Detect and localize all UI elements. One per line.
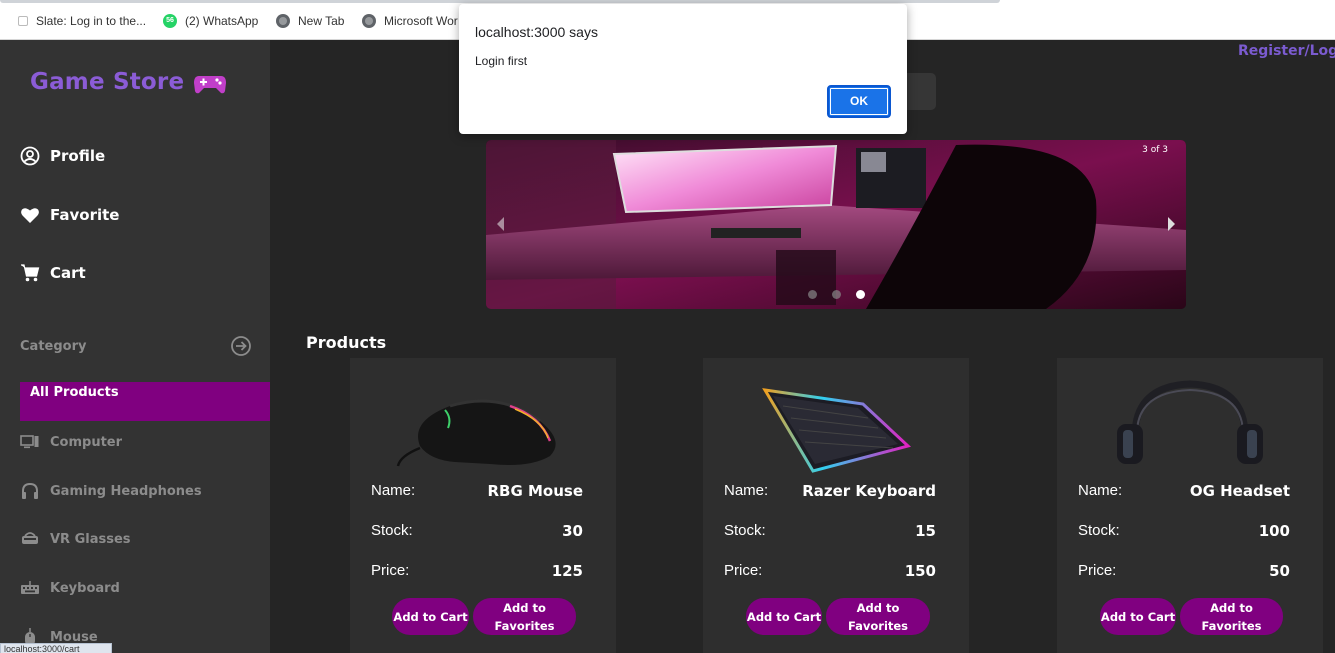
prev-slide-icon[interactable] xyxy=(494,214,508,234)
category-all-products[interactable]: All Products xyxy=(20,382,270,421)
product-name: RBG Mouse xyxy=(487,482,583,500)
dialog-title: localhost:3000 says xyxy=(475,24,598,40)
add-to-cart-button[interactable]: Add to Cart xyxy=(1100,598,1176,635)
bookmark-slate[interactable]: Slate: Log in to the... xyxy=(18,12,146,30)
category-title: Category xyxy=(20,338,87,354)
bookmark-new-tab[interactable]: New Tab xyxy=(276,12,344,30)
brand-logo[interactable]: Game Store xyxy=(30,69,184,95)
stock-label: Stock: xyxy=(724,522,766,539)
name-label: Name: xyxy=(1078,482,1123,499)
gaming-setup-image xyxy=(486,140,1186,309)
arrow-circle-right-icon[interactable] xyxy=(230,335,252,357)
nav-cart-label: Cart xyxy=(50,264,86,282)
product-price: 125 xyxy=(551,562,583,580)
category-vr-glasses[interactable]: VR Glasses xyxy=(20,529,131,549)
vr-glasses-icon xyxy=(22,532,38,544)
category-computer[interactable]: Computer xyxy=(20,432,122,452)
product-price: 50 xyxy=(1269,562,1290,580)
alert-dialog: localhost:3000 says Login first OK xyxy=(459,4,907,134)
product-stock-row: Stock: 30 xyxy=(371,522,583,540)
globe-icon xyxy=(276,14,290,28)
carousel-indicators xyxy=(808,290,865,299)
product-name: OG Headset xyxy=(1189,482,1290,500)
ok-button[interactable]: OK xyxy=(827,85,891,118)
product-name: Razer Keyboard xyxy=(802,482,936,500)
category-keyboard-label: Keyboard xyxy=(50,580,120,596)
product-name-row: Name: OG Headset xyxy=(1078,482,1290,500)
product-price-row: Price: 50 xyxy=(1078,562,1290,580)
nav-favorite[interactable]: Favorite xyxy=(20,205,119,225)
bookmark-label: New Tab xyxy=(298,14,345,28)
rgb-keyboard-image xyxy=(762,388,912,473)
category-keyboard[interactable]: Keyboard xyxy=(20,578,120,598)
indicator-dot[interactable] xyxy=(808,290,817,299)
bookmark-whatsapp[interactable]: 56 (2) WhatsApp xyxy=(163,12,258,30)
keyboard-icon xyxy=(21,581,39,594)
hero-carousel[interactable]: 3 of 3 xyxy=(486,140,1186,309)
add-to-favorites-button[interactable]: Add to Favorites xyxy=(473,598,576,635)
add-to-favorites-button[interactable]: Add to Favorites xyxy=(826,598,930,635)
bookmark-microsoft-word[interactable]: Microsoft Wor xyxy=(362,12,458,30)
heart-icon xyxy=(21,208,39,223)
add-to-cart-button[interactable]: Add to Cart xyxy=(392,598,469,635)
dialog-message: Login first xyxy=(475,54,528,68)
bookmark-label: Microsoft Wor xyxy=(384,14,458,28)
stock-label: Stock: xyxy=(1078,522,1120,539)
name-label: Name: xyxy=(371,482,416,499)
status-url: localhost:3000/cart xyxy=(0,643,112,653)
bookmark-label: Slate: Log in to the... xyxy=(36,14,147,28)
product-name-row: Name: RBG Mouse xyxy=(371,482,583,500)
product-card: Name: OG Headset Stock: 100 Price: 50 Ad… xyxy=(1057,358,1323,653)
product-price-row: Price: 125 xyxy=(371,562,583,580)
bookmark-label: (2) WhatsApp xyxy=(185,14,259,28)
slide-counter: 3 of 3 xyxy=(1142,145,1168,155)
product-stock: 100 xyxy=(1258,522,1290,540)
headphones-icon xyxy=(22,482,38,499)
product-card: Name: RBG Mouse Stock: 30 Price: 125 Add… xyxy=(350,358,616,653)
cart-icon xyxy=(21,264,40,282)
price-label: Price: xyxy=(371,562,410,579)
sidebar: Game Store Profile Favorite Cart Categor… xyxy=(0,40,270,653)
product-price: 150 xyxy=(904,562,936,580)
next-slide-icon[interactable] xyxy=(1164,214,1178,234)
register-login-link[interactable]: Register/Login xyxy=(1238,43,1335,59)
product-stock: 30 xyxy=(562,522,583,540)
product-stock-row: Stock: 15 xyxy=(724,522,936,540)
category-gaming-headphones[interactable]: Gaming Headphones xyxy=(20,481,202,501)
search-button[interactable] xyxy=(905,73,936,110)
monitor-icon xyxy=(20,435,39,449)
indicator-dot[interactable] xyxy=(832,290,841,299)
category-header: Category xyxy=(20,335,252,357)
name-label: Name: xyxy=(724,482,769,499)
product-card: Name: Razer Keyboard Stock: 15 Price: 15… xyxy=(703,358,969,653)
category-computer-label: Computer xyxy=(50,434,123,450)
nav-cart[interactable]: Cart xyxy=(20,263,86,283)
product-stock: 15 xyxy=(915,522,936,540)
whatsapp-icon: 56 xyxy=(163,14,177,28)
stock-label: Stock: xyxy=(371,522,413,539)
address-bar-edge xyxy=(0,0,1000,3)
indicator-dot-active[interactable] xyxy=(856,290,865,299)
category-gaming-headphones-label: Gaming Headphones xyxy=(50,483,202,499)
slate-icon xyxy=(18,16,28,26)
price-label: Price: xyxy=(1078,562,1117,579)
nav-profile[interactable]: Profile xyxy=(20,146,105,166)
product-stock-row: Stock: 100 xyxy=(1078,522,1290,540)
product-price-row: Price: 150 xyxy=(724,562,936,580)
product-name-row: Name: Razer Keyboard xyxy=(724,482,936,500)
products-heading: Products xyxy=(306,333,387,352)
gamepad-icon xyxy=(194,76,226,94)
user-circle-icon xyxy=(20,146,40,166)
add-to-favorites-button[interactable]: Add to Favorites xyxy=(1180,598,1283,635)
add-to-cart-button[interactable]: Add to Cart xyxy=(746,598,822,635)
price-label: Price: xyxy=(724,562,763,579)
category-vr-glasses-label: VR Glasses xyxy=(50,531,131,547)
nav-favorite-label: Favorite xyxy=(50,206,120,224)
globe-icon xyxy=(362,14,376,28)
gaming-mouse-image xyxy=(396,399,556,467)
headset-image xyxy=(1117,380,1263,464)
nav-profile-label: Profile xyxy=(50,147,106,165)
